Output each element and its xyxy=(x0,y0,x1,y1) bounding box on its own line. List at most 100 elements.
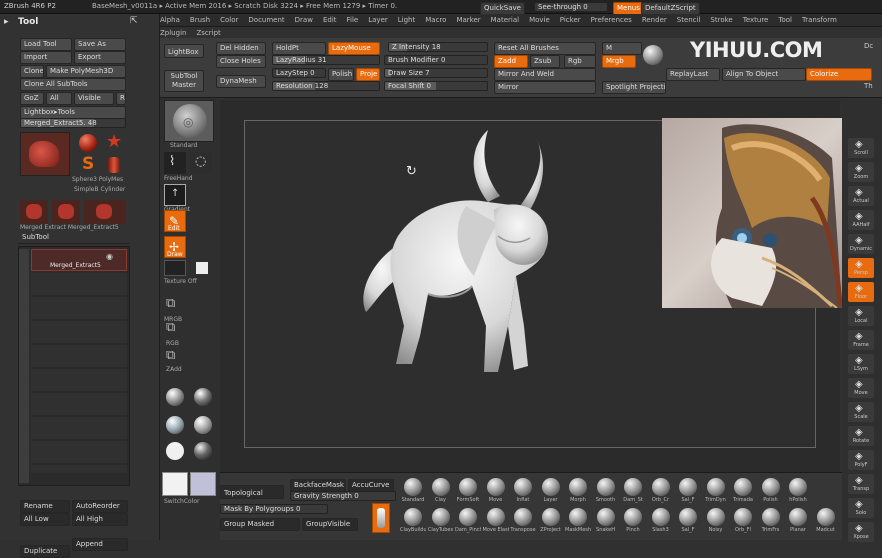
rename-button[interactable]: Rename xyxy=(20,500,70,513)
brush-zproject[interactable]: ZProject xyxy=(538,507,564,537)
main-color-swatch[interactable] xyxy=(162,472,188,496)
polish-button[interactable]: Polish xyxy=(328,68,354,81)
resolution-slider[interactable]: Resolution 128 xyxy=(272,81,380,91)
brush-clay[interactable]: Clay xyxy=(428,477,454,507)
menu-item-alpha[interactable]: Alpha xyxy=(160,14,180,27)
popout-icon[interactable]: ⇱ xyxy=(130,16,138,26)
simplebrush-thumb[interactable]: S xyxy=(76,154,100,176)
brush-madcut[interactable]: Madcut xyxy=(813,507,839,537)
right-shelf-frame-button[interactable]: ◈ Frame xyxy=(848,330,874,350)
cylinder3d-thumb[interactable] xyxy=(102,154,126,176)
brush-hpolish[interactable]: hPolish xyxy=(785,477,811,507)
active-brush-indicator[interactable] xyxy=(372,503,390,533)
project-button[interactable]: Proje xyxy=(356,68,380,81)
menu-item-stroke[interactable]: Stroke xyxy=(710,14,732,27)
menu-item-file[interactable]: File xyxy=(347,14,359,27)
menu-item-stencil[interactable]: Stencil xyxy=(677,14,701,27)
make-polymesh-button[interactable]: Make PolyMesh3D xyxy=(46,65,126,78)
alpha-icon[interactable]: ◌ xyxy=(190,152,212,174)
right-shelf-polyf-button[interactable]: ◈ PolyF xyxy=(848,450,874,470)
load-tool-button[interactable]: Load Tool xyxy=(20,38,72,51)
eye-icon[interactable]: ◉ xyxy=(106,252,113,261)
material-sphere-icon[interactable] xyxy=(640,42,666,68)
all-low-button[interactable]: All Low xyxy=(20,513,70,526)
right-shelf-solo-button[interactable]: ◈ Solo xyxy=(848,498,874,518)
clone-all-subtools-button[interactable]: Clone All SubTools xyxy=(20,78,126,91)
menu-item-marker[interactable]: Marker xyxy=(456,14,480,27)
menu-item-brush[interactable]: Brush xyxy=(190,14,210,27)
subtool-master-button[interactable]: SubTool Master xyxy=(164,70,204,92)
material-matcap[interactable] xyxy=(166,416,184,434)
brush-formsoft[interactable]: FormSoft xyxy=(455,477,481,507)
stroke-icon[interactable]: ⌇ xyxy=(164,152,186,174)
brush-orb-fl[interactable]: Orb_Fl xyxy=(730,507,756,537)
tool-thumb-2[interactable] xyxy=(20,200,48,224)
texture-swatch[interactable] xyxy=(164,260,186,276)
brush-trimfrs[interactable]: TrimFrs xyxy=(758,507,784,537)
close-holes-button[interactable]: Close Holes xyxy=(216,55,266,68)
colorize-button[interactable]: Colorize xyxy=(806,68,872,81)
brush-layer[interactable]: Layer xyxy=(538,477,564,507)
brush-sal-f[interactable]: Sal_F xyxy=(675,507,701,537)
brush-dam-st[interactable]: Dam_St xyxy=(620,477,646,507)
menu-item-edit[interactable]: Edit xyxy=(323,14,337,27)
lazystep-slider[interactable]: LazyStep 0 xyxy=(272,68,326,78)
brush-claybuildup[interactable]: ClayBuildup xyxy=(400,507,426,537)
right-shelf-xpose-button[interactable]: ◈ Xpose xyxy=(848,522,874,542)
material-gel[interactable] xyxy=(194,388,212,406)
right-shelf-transp-button[interactable]: ◈ Transp xyxy=(848,474,874,494)
dynamesh-button[interactable]: DynaMesh xyxy=(216,75,266,88)
alpha-swatch[interactable] xyxy=(196,262,208,274)
tool-thumb-4[interactable] xyxy=(84,200,126,224)
brush-trimdyn[interactable]: TrimDyn xyxy=(703,477,729,507)
brush-noisy[interactable]: Noisy xyxy=(703,507,729,537)
material-wax[interactable] xyxy=(194,442,212,460)
polymesh3d-thumb[interactable]: ★ xyxy=(102,132,126,154)
all-button[interactable]: All xyxy=(46,92,72,105)
brush-morph[interactable]: Morph xyxy=(565,477,591,507)
current-tool-slider[interactable]: Merged_Extract5. 48 xyxy=(20,118,126,128)
del-hidden-button[interactable]: Del Hidden xyxy=(216,42,266,55)
visible-button[interactable]: Visible xyxy=(74,92,114,105)
mirror-button[interactable]: Mirror xyxy=(494,81,596,94)
menu-item-picker[interactable]: Picker xyxy=(560,14,581,27)
brush-pinch[interactable]: Pinch xyxy=(620,507,646,537)
brush-planar[interactable]: Planar xyxy=(785,507,811,537)
right-shelf-persp-button[interactable]: ◈ Persp xyxy=(848,258,874,278)
duplicate-button[interactable]: Duplicate xyxy=(20,545,70,558)
autoreorder-button[interactable]: AutoReorder xyxy=(72,500,128,513)
tool-thumb-merged-extract[interactable] xyxy=(20,132,70,176)
brush-thumbnail[interactable]: ◎ xyxy=(164,100,214,142)
brush-trimada[interactable]: Trimada xyxy=(730,477,756,507)
menu-item-render[interactable]: Render xyxy=(642,14,667,27)
collapse-icon[interactable]: ▸ xyxy=(4,17,9,27)
brush-slash3[interactable]: Slash3 xyxy=(648,507,674,537)
brush-dam-pinch[interactable]: Dam_Pinch xyxy=(455,507,481,537)
right-shelf-floor-button[interactable]: ◈ Floor xyxy=(848,282,874,302)
subtool-header[interactable]: SubTool xyxy=(18,232,130,244)
right-shelf-lsym-button[interactable]: ◈ LSym xyxy=(848,354,874,374)
zadd-icon[interactable]: ⧉ xyxy=(166,348,186,368)
gravity-strength-slider[interactable]: Gravity Strength 0 xyxy=(290,491,396,501)
brush-inflat[interactable]: Inflat xyxy=(510,477,536,507)
import-button[interactable]: Import xyxy=(20,51,72,64)
secondary-color-swatch[interactable] xyxy=(190,472,216,496)
group-masked-button[interactable]: Group Masked xyxy=(220,518,300,531)
menu-item-transform[interactable]: Transform xyxy=(802,14,837,27)
right-shelf-local-button[interactable]: ◈ Local xyxy=(848,306,874,326)
save-as-button[interactable]: Save As xyxy=(74,38,126,51)
menu-item-color[interactable]: Color xyxy=(220,14,238,27)
zsub-button[interactable]: Zsub xyxy=(530,55,560,68)
topological-button[interactable]: Topological xyxy=(220,485,284,499)
mask-by-polygroups-slider[interactable]: Mask By Polygroups 0 xyxy=(220,504,328,514)
brush-orb-cr[interactable]: Orb_Cr xyxy=(648,477,674,507)
rgb-button[interactable]: Rgb xyxy=(564,55,596,68)
mrgb-icon[interactable]: ⧉ xyxy=(166,296,186,316)
material-flat[interactable] xyxy=(166,442,184,460)
menu-item-document[interactable]: Document xyxy=(248,14,284,27)
menu-item-tool[interactable]: Tool xyxy=(778,14,792,27)
m-button[interactable]: M xyxy=(602,42,642,55)
clone-button[interactable]: Clone xyxy=(20,65,44,78)
brush-transpose[interactable]: Transpose xyxy=(510,507,536,537)
replaylast-button[interactable]: ReplayLast xyxy=(666,68,720,81)
